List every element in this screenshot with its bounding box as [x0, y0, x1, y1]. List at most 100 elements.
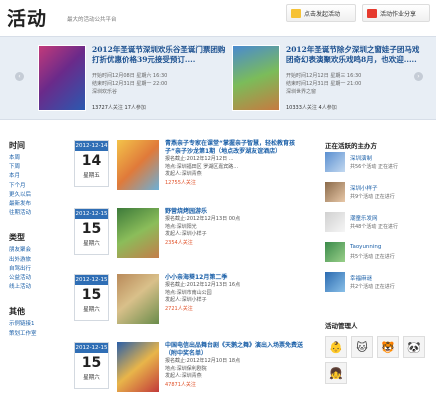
time-filter-link[interactable]: 本月: [9, 172, 59, 181]
event-deadline: 报名截止:2012年12月12日 ...: [165, 156, 234, 162]
event-deadline: 报名截止:2012年12月13日 00点: [165, 216, 241, 222]
organizer-name[interactable]: 潮童乐发网: [350, 214, 378, 222]
type-filter-link[interactable]: 朋友聚会: [9, 246, 59, 255]
organizer-name[interactable]: 幸福麻谜: [350, 274, 372, 282]
avatar[interactable]: [325, 152, 345, 172]
avatar[interactable]: 🐼: [403, 336, 425, 358]
joined-label: 人参加: [130, 105, 146, 111]
type-filter-link[interactable]: 公益活动: [9, 274, 59, 283]
event-organizer: 发起人:深圳小样子: [165, 297, 207, 304]
organizer-item[interactable]: Taoyunning 共5个活动 正在进行: [325, 242, 433, 264]
organizer-name[interactable]: 深圳演制: [350, 154, 372, 162]
event-title[interactable]: 野营烧烤园游乐: [165, 208, 305, 216]
organizer-stat: 共56个活动 正在进行: [350, 164, 398, 170]
organizer-item[interactable]: 潮童乐发网 共48个活动 正在进行: [325, 212, 433, 234]
featured-card[interactable]: 2012年圣诞节除夕深圳之窗娃子团马戏团奇幻表演聚欢乐戏鸣8月，也欢迎.....…: [232, 45, 422, 117]
event-date-box: 2012-12-15 15 星期六: [74, 342, 109, 389]
featured-card-image[interactable]: [232, 45, 280, 111]
event-follow-count: 12755人关注: [165, 179, 196, 186]
event-title[interactable]: 青燕亲子专家在课堂“掌握亲子智慧，轻松教育孩子”亲子沙龙第1期（地点改罗湖友谊酒…: [165, 140, 305, 156]
type-filter-link[interactable]: 线上活动: [9, 283, 59, 292]
share-event-label: 活动作业分享: [380, 10, 417, 18]
event-day: 15: [81, 287, 102, 303]
time-filter-heading: 时间: [9, 141, 25, 150]
event-info: 野营烧烤园游乐 报名截止:2012年12月13日 00点 地点:深圳阳光 发起人…: [165, 208, 305, 247]
organizer-item[interactable]: 幸福麻谜 共2个活动 正在进行: [325, 272, 433, 294]
event-date: 2012-12-15: [75, 275, 108, 285]
event-item: 2012-12-15 15 星期六 小小亲海葵12月第二季 报名截止:2012年…: [74, 274, 304, 334]
featured-card-stats: 13727人关注 17人参加: [92, 104, 146, 111]
time-filter-link[interactable]: 更久以后: [9, 191, 59, 200]
event-title[interactable]: 小小亲海葵12月第二季: [165, 274, 305, 282]
megaphone-icon: [291, 8, 301, 18]
avatar[interactable]: [325, 272, 345, 292]
event-organizer: 发起人:深圳小样子: [165, 231, 207, 238]
avatar[interactable]: 👧: [325, 362, 347, 384]
time-filter-link[interactable]: 本周: [9, 154, 59, 163]
event-info: 小小亲海葵12月第二季 报名截止:2012年12月13日 16点 地点:深圳市南…: [165, 274, 305, 313]
event-image[interactable]: [117, 274, 159, 324]
featured-card-place: 深圳欢乐谷: [92, 89, 118, 95]
avatar[interactable]: [325, 212, 345, 232]
event-date-box: 2012-12-15 15 星期六: [74, 208, 109, 255]
time-filter-link[interactable]: 往期活动: [9, 209, 59, 218]
share-event-button[interactable]: 活动作业分享: [362, 4, 430, 22]
event-date: 2012-12-15: [75, 209, 108, 219]
featured-card-start: 开始时间12月12日 星期三 16:30: [286, 73, 362, 79]
avatar[interactable]: 🐱: [351, 336, 373, 358]
other-filter-link[interactable]: 策划工作室: [9, 330, 59, 339]
organizer-stat: 共2个活动 正在进行: [350, 284, 395, 290]
time-filter-link[interactable]: 下周: [9, 163, 59, 172]
event-image[interactable]: [117, 342, 159, 392]
featured-card-image[interactable]: [38, 45, 86, 111]
organizer-name[interactable]: 深圳小样子: [350, 184, 378, 192]
chat-bubble-icon: [367, 8, 377, 18]
organizers-heading: 正在活跃的主办方: [325, 142, 377, 150]
type-filter-link[interactable]: 出外游旅: [9, 256, 59, 265]
featured-card-title[interactable]: 2012年圣诞节除夕深圳之窗娃子团马戏团奇幻表演聚欢乐戏鸣8月，也欢迎.....: [286, 45, 422, 65]
event-weekday: 星期六: [83, 307, 100, 313]
event-date-box: 2012-12-14 14 星期五: [74, 140, 109, 187]
event-info: 青燕亲子专家在课堂“掌握亲子智慧，轻松教育孩子”亲子沙龙第1期（地点改罗湖友谊酒…: [165, 140, 305, 187]
event-weekday: 星期六: [83, 375, 100, 381]
organizer-item[interactable]: 深圳演制 共56个活动 正在进行: [325, 152, 433, 174]
type-filter-group: 类型 朋友聚会 出外游旅 自驾出行 公益活动 线上活动: [9, 232, 59, 292]
carousel-prev-arrow-icon[interactable]: ‹: [15, 72, 24, 81]
followers-label: 人关注: [107, 105, 123, 111]
featured-card-end: 结束时间12月31日 星期一 22:00: [92, 81, 168, 87]
type-filter-link[interactable]: 自驾出行: [9, 265, 59, 274]
event-date: 2012-12-14: [75, 141, 108, 151]
type-filter-heading: 类型: [9, 233, 25, 243]
event-image[interactable]: [117, 140, 159, 190]
organizer-stat: 共9个活动 正在进行: [350, 194, 395, 200]
organizer-item[interactable]: 深圳小样子 共9个活动 正在进行: [325, 182, 433, 204]
organizer-name[interactable]: Taoyunning: [350, 244, 381, 250]
event-weekday: 星期五: [83, 173, 100, 179]
time-filter-group: 时间 本周 下周 本月 下个月 更久以后 最新发布 往期活动: [9, 140, 59, 218]
other-filter-link[interactable]: 示例链接1: [9, 320, 59, 329]
event-follow-count: 2721人关注: [165, 305, 193, 312]
event-image[interactable]: [117, 208, 159, 258]
featured-card-title[interactable]: 2012年圣诞节深圳欢乐谷圣诞门票团购打折优惠价格39元接受预订....: [92, 45, 228, 65]
admin-avatar-grid: 👶 🐱 🐯 🐼 👧: [325, 336, 433, 384]
page-header: 活动 最大的活动公共平台 点击发起活动 活动作业分享: [0, 0, 436, 34]
organizer-stat: 共48个活动 正在进行: [350, 224, 398, 230]
featured-card-start: 开始时间12月08日 星期六 16:30: [92, 73, 168, 79]
featured-card[interactable]: 2012年圣诞节深圳欢乐谷圣诞门票团购打折优惠价格39元接受预订.... 开始时…: [38, 45, 228, 117]
avatar[interactable]: [325, 182, 345, 202]
filter-sidebar: 时间 本周 下周 本月 下个月 更久以后 最新发布 往期活动 类型 朋友聚会 出…: [9, 140, 59, 353]
avatar[interactable]: 🐯: [377, 336, 399, 358]
event-date-box: 2012-12-15 15 星期六: [74, 274, 109, 321]
time-filter-link[interactable]: 最新发布: [9, 200, 59, 209]
other-filter-heading: 其他: [9, 307, 25, 317]
organizer-stat: 共5个活动 正在进行: [350, 254, 395, 260]
avatar[interactable]: 👶: [325, 336, 347, 358]
event-day: 14: [81, 153, 102, 169]
featured-card-stats: 10333人关注 4人参加: [286, 104, 337, 111]
event-title[interactable]: 中国电信出品舞台剧《天鹅之舞》演出入场票免费送（附中奖名单）: [165, 342, 305, 358]
avatar[interactable]: [325, 242, 345, 262]
event-weekday: 星期六: [83, 241, 100, 247]
time-filter-link[interactable]: 下个月: [9, 182, 59, 191]
publish-event-button[interactable]: 点击发起活动: [286, 4, 356, 22]
event-deadline: 报名截止:2012年12月13日 16点: [165, 282, 241, 288]
